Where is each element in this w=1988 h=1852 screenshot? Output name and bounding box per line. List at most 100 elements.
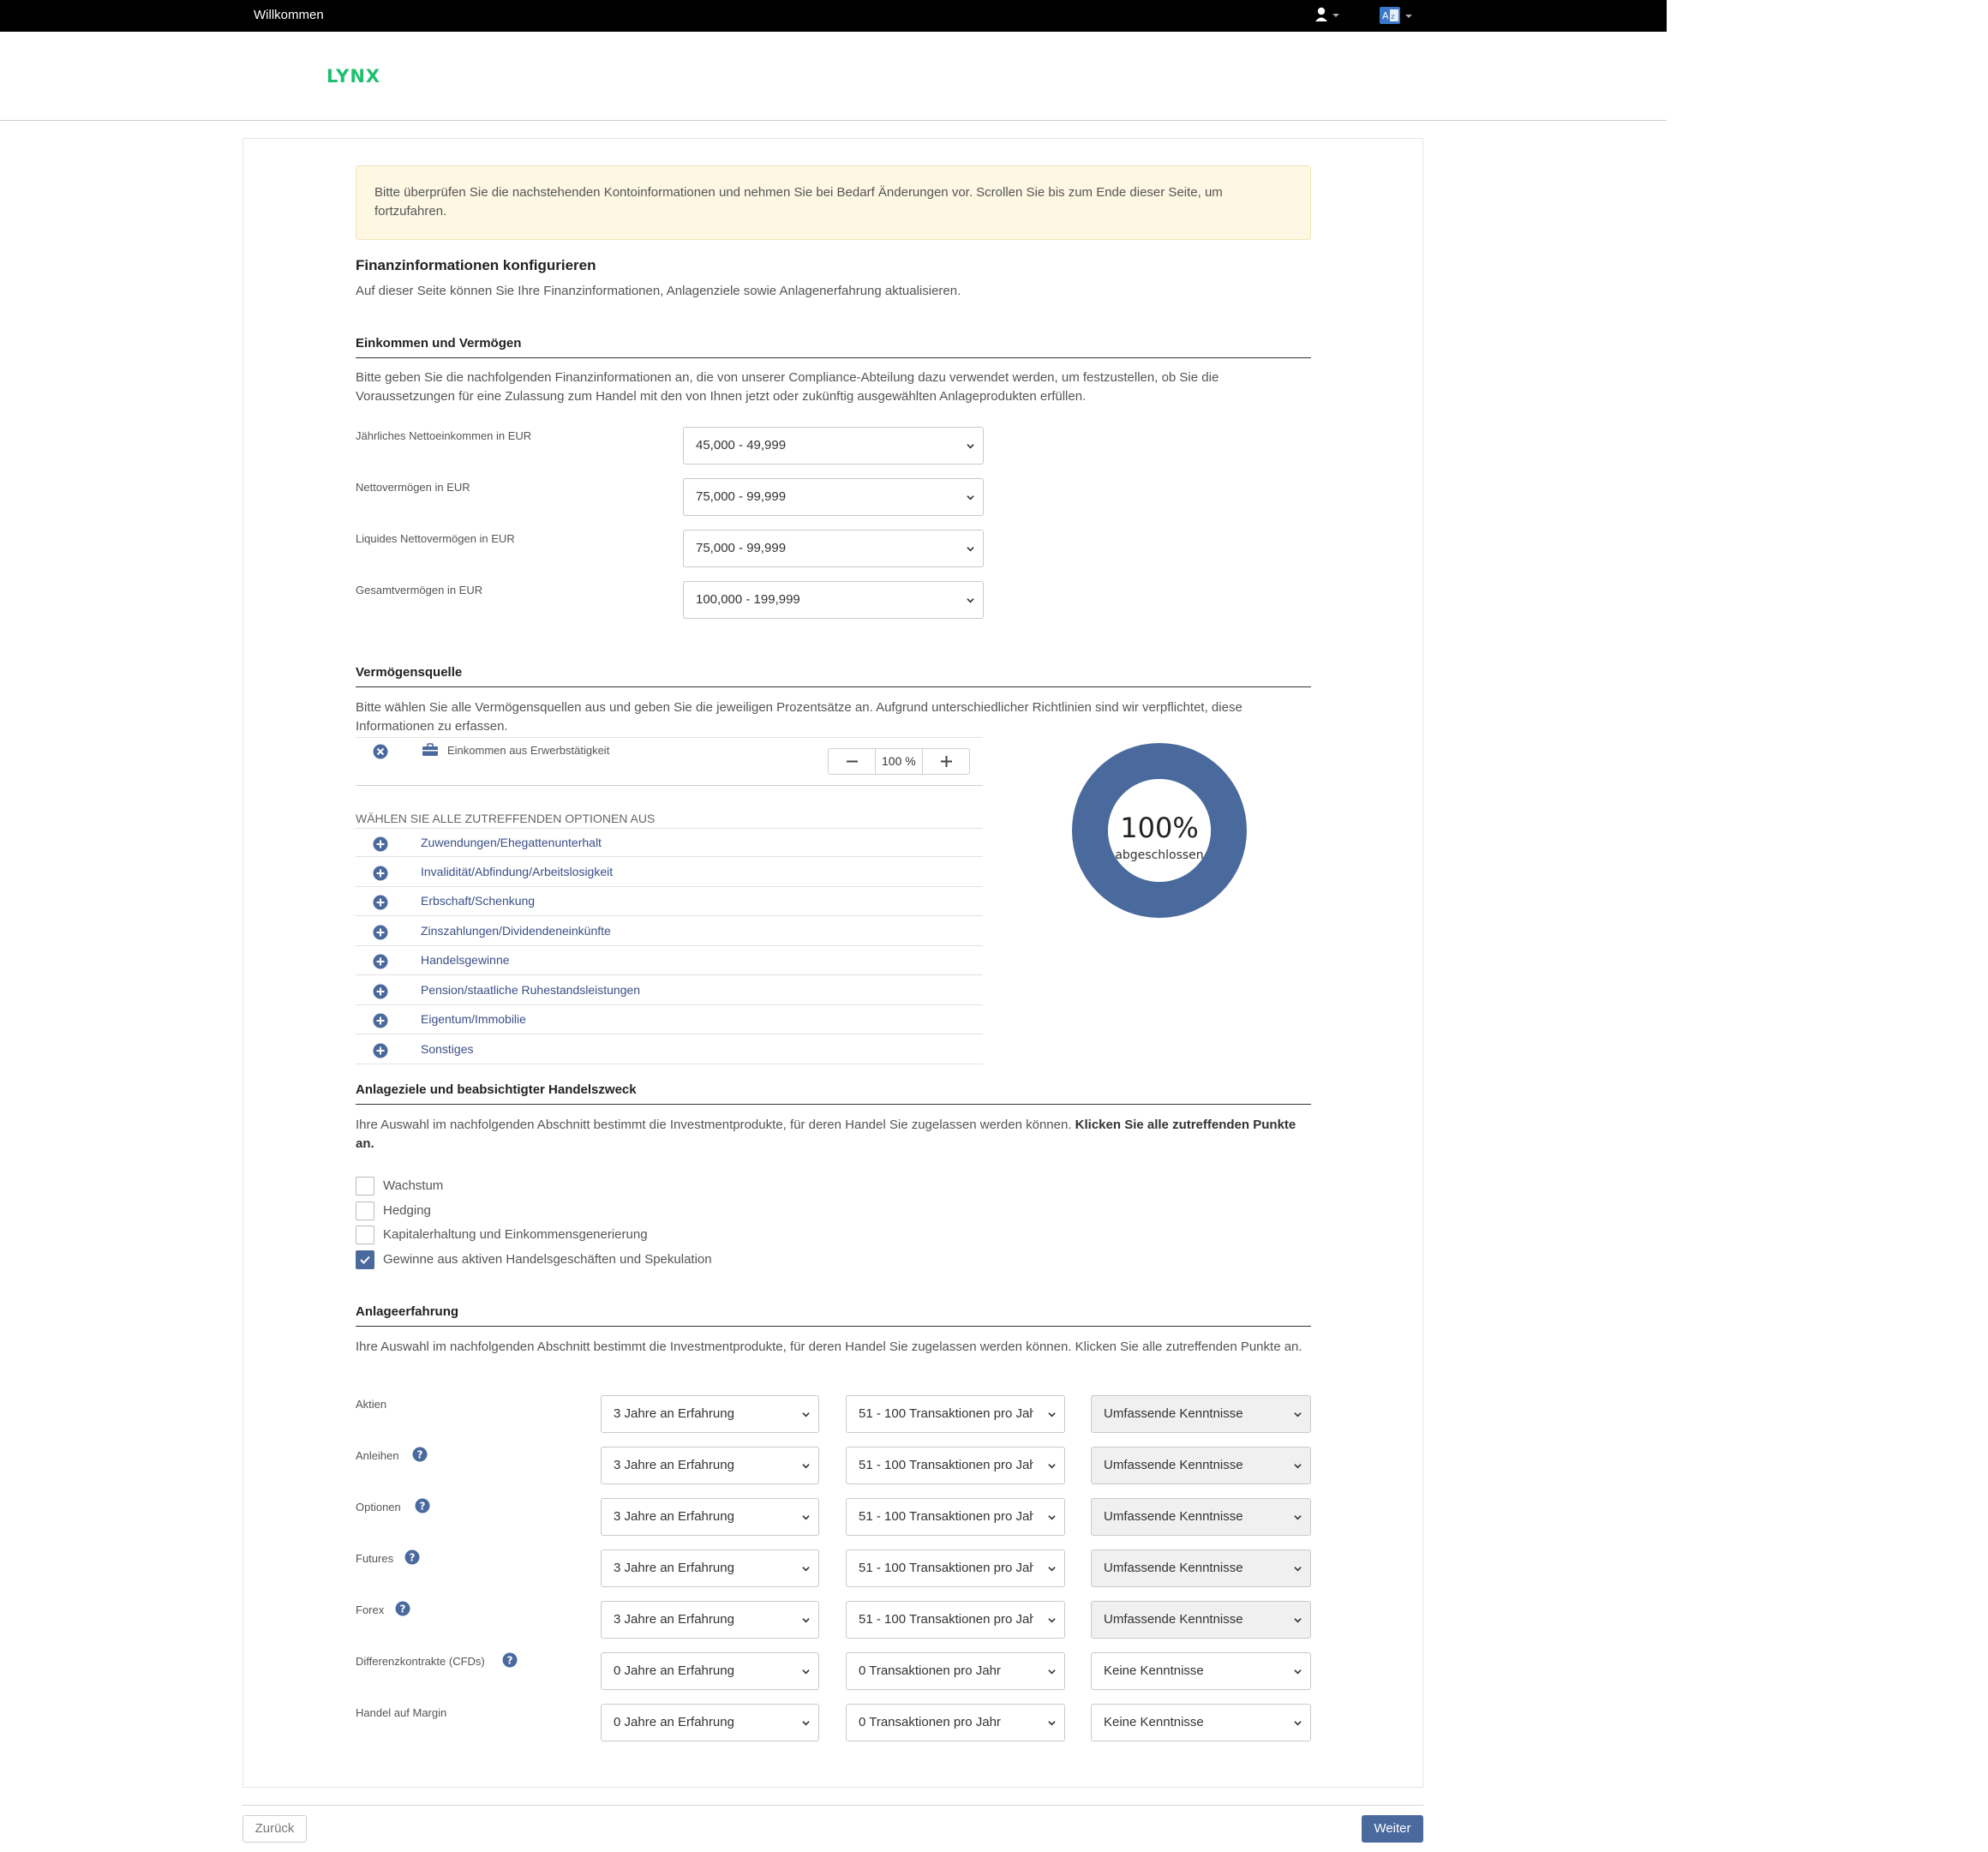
header: LYNX — [0, 32, 1667, 121]
help-icon[interactable]: ? — [412, 1447, 428, 1462]
trades-select[interactable]: 51 - 100 Transaktionen pro Jahr — [846, 1601, 1065, 1639]
percent-input[interactable]: 100 % — [882, 754, 916, 768]
increase-button[interactable] — [922, 749, 969, 774]
source-option[interactable]: Pension/staatliche Ruhestandsleistungen — [356, 976, 983, 1005]
source-option[interactable]: Eigentum/Immobilie — [356, 1005, 983, 1034]
income-section-title: Einkommen und Vermögen — [356, 336, 1311, 358]
plus-icon — [941, 756, 952, 767]
decrease-button[interactable] — [829, 749, 876, 774]
years-select[interactable]: 3 Jahre an Erfahrung — [601, 1447, 819, 1484]
trades-select[interactable]: 0 Transaktionen pro Jahr — [846, 1652, 1065, 1690]
donut-percent: 100% — [1120, 812, 1198, 844]
net-income-select[interactable]: 45,000 - 49,999 — [683, 427, 984, 464]
add-circle-icon[interactable] — [373, 895, 388, 910]
years-select[interactable]: 3 Jahre an Erfahrung — [601, 1395, 819, 1433]
source-option-label[interactable]: Pension/staatliche Ruhestandsleistungen — [421, 983, 640, 997]
chevron-down-icon — [967, 444, 974, 449]
knowledge-select[interactable]: Keine Kenntnisse — [1091, 1652, 1311, 1690]
knowledge-select[interactable]: Umfassende Kenntnisse — [1091, 1549, 1311, 1587]
trades-select[interactable]: 51 - 100 Transaktionen pro Jahr — [846, 1549, 1065, 1587]
trades-select[interactable]: 0 Transaktionen pro Jahr — [846, 1704, 1065, 1741]
net-worth-select[interactable]: 75,000 - 99,999 — [683, 478, 984, 516]
check-icon — [360, 1256, 370, 1264]
remove-circle-icon[interactable] — [373, 744, 388, 759]
chevron-down-icon — [1048, 1412, 1056, 1417]
svg-text:?: ? — [400, 1603, 406, 1615]
experience-label: Anleihen — [356, 1449, 399, 1462]
chevron-down-icon — [967, 547, 974, 552]
liquid-net-worth-select[interactable]: 75,000 - 99,999 — [683, 530, 984, 567]
source-section-text: Bitte wählen Sie alle Vermögensquellen a… — [356, 700, 1242, 734]
add-circle-icon[interactable] — [373, 1043, 388, 1058]
welcome-text: Willkommen — [254, 8, 324, 22]
trades-select[interactable]: 51 - 100 Transaktionen pro Jahr — [846, 1395, 1065, 1433]
experience-section-title: Anlageerfahrung — [356, 1304, 1311, 1327]
years-select[interactable]: 3 Jahre an Erfahrung — [601, 1498, 819, 1536]
source-option-label[interactable]: Sonstiges — [421, 1042, 473, 1056]
experience-section-text: Ihre Auswahl im nachfolgenden Abschnitt … — [356, 1340, 1302, 1354]
years-select[interactable]: 0 Jahre an Erfahrung — [601, 1652, 819, 1690]
years-select[interactable]: 0 Jahre an Erfahrung — [601, 1704, 819, 1741]
add-circle-icon[interactable] — [373, 954, 388, 969]
years-select[interactable]: 3 Jahre an Erfahrung — [601, 1601, 819, 1639]
goal-label: Kapitalerhaltung und Einkommensgenerieru… — [383, 1227, 648, 1242]
options-heading: WÄHLEN SIE ALLE ZUTREFFENDEN OPTIONEN AU… — [356, 812, 656, 825]
goal-checkbox[interactable] — [356, 1201, 374, 1220]
help-icon[interactable]: ? — [502, 1652, 518, 1668]
lynx-logo[interactable]: LYNX — [326, 66, 380, 87]
next-button[interactable]: Weiter — [1362, 1815, 1423, 1843]
goal-checkbox[interactable] — [356, 1177, 374, 1196]
svg-text:?: ? — [507, 1655, 513, 1667]
add-circle-icon[interactable] — [373, 836, 388, 852]
knowledge-select[interactable]: Keine Kenntnisse — [1091, 1704, 1311, 1741]
briefcase-icon — [422, 743, 438, 756]
years-select[interactable]: 3 Jahre an Erfahrung — [601, 1549, 819, 1587]
knowledge-select[interactable]: Umfassende Kenntnisse — [1091, 1447, 1311, 1484]
source-option[interactable]: Erbschaft/Schenkung — [356, 887, 983, 916]
chevron-down-icon — [1294, 1721, 1302, 1726]
knowledge-select[interactable]: Umfassende Kenntnisse — [1091, 1601, 1311, 1639]
experience-label: Forex — [356, 1603, 385, 1616]
back-button[interactable]: Zurück — [243, 1815, 307, 1843]
source-option-label[interactable]: Zinszahlungen/Dividendeneinkünfte — [421, 924, 611, 938]
chevron-down-icon — [1294, 1669, 1302, 1675]
page-title: Finanzinformationen konfigurieren — [356, 257, 596, 273]
help-icon[interactable]: ? — [415, 1498, 430, 1513]
language-menu[interactable]: A z — [1379, 6, 1418, 27]
add-circle-icon[interactable] — [373, 1013, 388, 1028]
svg-text:z: z — [1391, 13, 1395, 21]
add-circle-icon[interactable] — [373, 866, 388, 881]
chevron-down-icon — [1294, 1412, 1302, 1417]
experience-label: Differenzkontrakte (CFDs) — [356, 1655, 485, 1668]
source-option[interactable]: Invalidität/Abfindung/Arbeitslosigkeit — [356, 858, 983, 887]
goal-checkbox[interactable] — [356, 1250, 374, 1269]
source-option-label[interactable]: Zuwendungen/Ehegattenunterhalt — [421, 836, 602, 849]
chevron-down-icon — [802, 1721, 810, 1726]
add-circle-icon[interactable] — [373, 984, 388, 999]
donut-caption: abgeschlossen — [1115, 848, 1203, 862]
help-icon[interactable]: ? — [404, 1549, 420, 1565]
source-option[interactable]: Sonstiges — [356, 1035, 983, 1064]
knowledge-select[interactable]: Umfassende Kenntnisse — [1091, 1498, 1311, 1536]
total-assets-select[interactable]: 100,000 - 199,999 — [683, 581, 984, 619]
source-option-label[interactable]: Eigentum/Immobilie — [421, 1012, 526, 1026]
knowledge-select[interactable]: Umfassende Kenntnisse — [1091, 1395, 1311, 1433]
chevron-down-icon — [1294, 1618, 1302, 1623]
experience-label: Optionen — [356, 1501, 401, 1513]
goal-checkbox[interactable] — [356, 1226, 374, 1244]
trades-select[interactable]: 51 - 100 Transaktionen pro Jahr — [846, 1447, 1065, 1484]
source-option[interactable]: Zuwendungen/Ehegattenunterhalt — [356, 828, 983, 857]
chevron-down-icon — [1048, 1567, 1056, 1572]
percent-stepper[interactable]: 100 % — [828, 748, 970, 775]
income-section-text: Bitte geben Sie die nachfolgenden Finanz… — [356, 370, 1219, 404]
source-option-label[interactable]: Handelsgewinne — [421, 953, 510, 967]
help-icon[interactable]: ? — [395, 1601, 410, 1616]
source-option[interactable]: Zinszahlungen/Dividendeneinkünfte — [356, 917, 983, 946]
user-menu[interactable] — [1314, 6, 1348, 25]
source-option[interactable]: Handelsgewinne — [356, 946, 983, 975]
add-circle-icon[interactable] — [373, 925, 388, 940]
footer-divider — [243, 1805, 1423, 1806]
trades-select[interactable]: 51 - 100 Transaktionen pro Jahr — [846, 1498, 1065, 1536]
source-option-label[interactable]: Invalidität/Abfindung/Arbeitslosigkeit — [421, 865, 613, 878]
source-option-label[interactable]: Erbschaft/Schenkung — [421, 894, 535, 908]
